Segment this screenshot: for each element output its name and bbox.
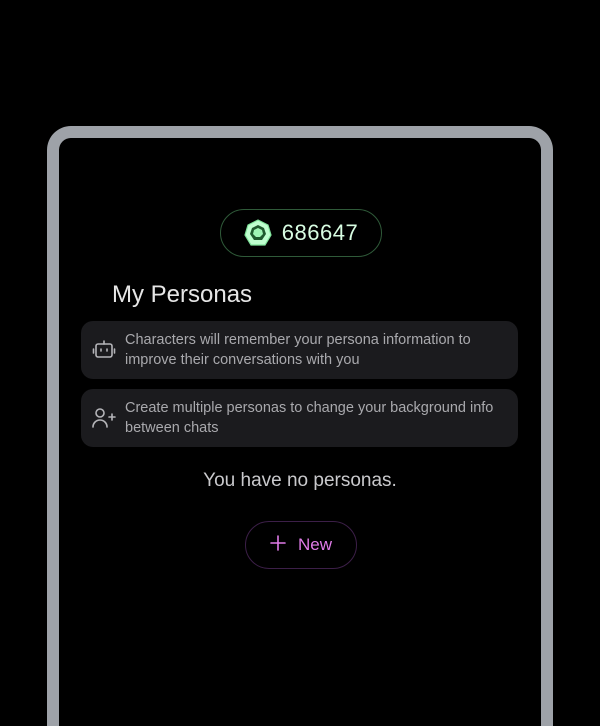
info-card-memory: Characters will remember your persona in… [81,321,518,379]
gem-coin-icon [244,219,272,247]
page-title: My Personas [112,281,253,308]
add-user-icon [91,405,117,431]
info-card-text: Create multiple personas to change your … [125,400,494,436]
new-persona-button[interactable]: New [245,521,357,569]
plus-icon [270,534,286,556]
coin-balance-pill[interactable]: 686647 [220,209,382,257]
info-card-multiple: Create multiple personas to change your … [81,389,518,447]
empty-state-message: You have no personas. [203,470,397,491]
coin-balance-value: 686647 [281,220,359,245]
device-frame: 686647 My Personas Characters will remem… [47,126,553,726]
new-button-label: New [297,535,332,554]
robot-icon [91,337,117,363]
info-card-text: Characters will remember your persona in… [125,332,471,368]
app-screen: 686647 My Personas Characters will remem… [59,138,541,726]
